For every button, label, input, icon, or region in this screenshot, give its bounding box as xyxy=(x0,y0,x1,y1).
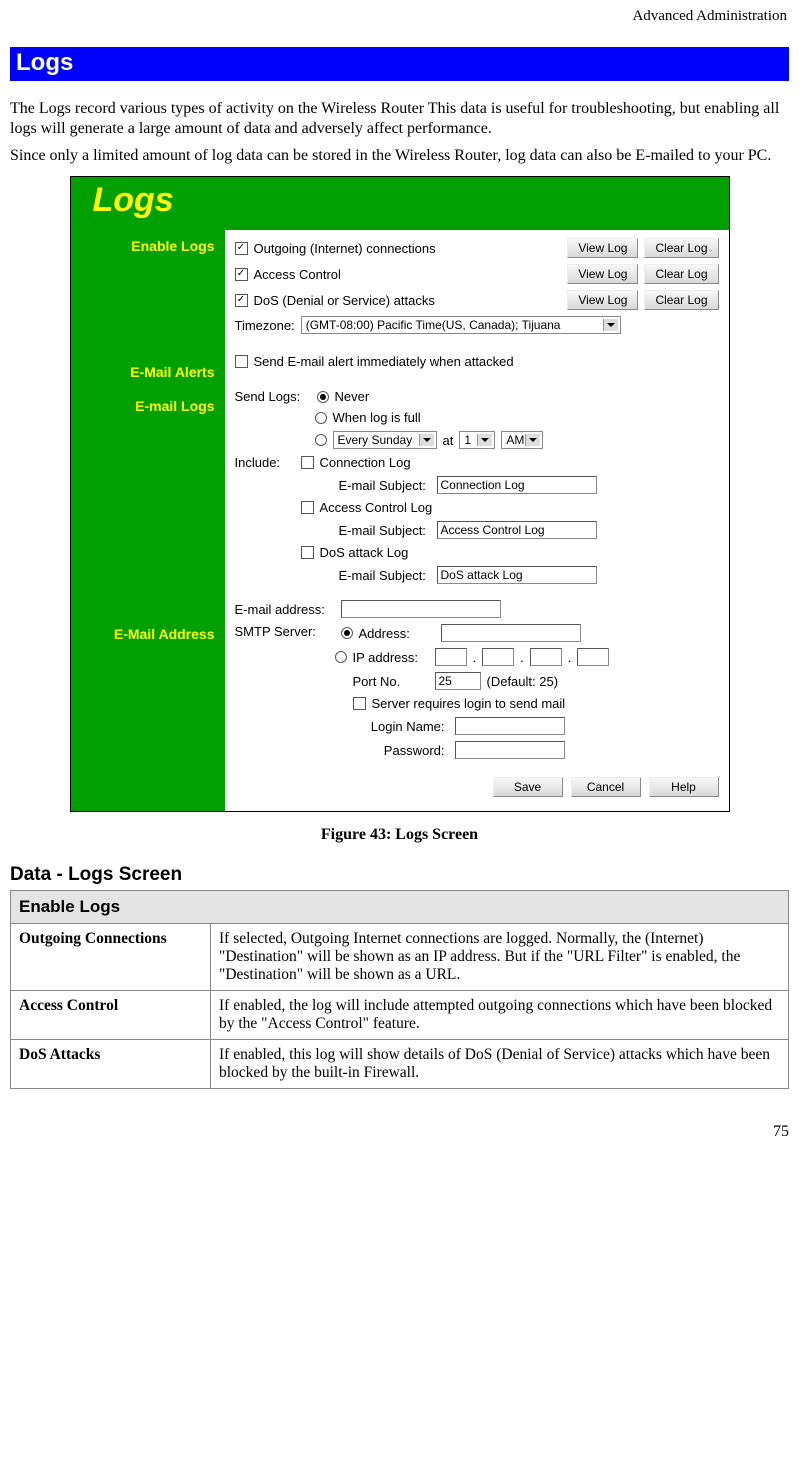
radio-smtp-ip[interactable] xyxy=(335,651,347,663)
data-section-heading: Data - Logs Screen xyxy=(10,864,789,886)
label-smtp-ip: IP address: xyxy=(353,650,429,665)
at-label: at xyxy=(443,433,454,448)
checkbox-send-alert[interactable] xyxy=(235,355,248,368)
data-table: Enable Logs Outgoing Connections If sele… xyxy=(10,890,789,1089)
table-section-header: Enable Logs xyxy=(11,891,789,924)
header-breadcrumb: Advanced Administration xyxy=(10,8,789,25)
figure-caption: Figure 43: Logs Screen xyxy=(10,826,789,844)
password-label: Password: xyxy=(367,743,449,758)
checkbox-ac-log[interactable] xyxy=(301,501,314,514)
ac-subject-input[interactable]: Access Control Log xyxy=(437,521,597,539)
save-button[interactable]: Save xyxy=(493,777,563,797)
password-input[interactable] xyxy=(455,741,565,759)
login-name-label: Login Name: xyxy=(367,719,449,734)
label-requires-login: Server requires login to send mail xyxy=(372,696,566,711)
page-number: 75 xyxy=(10,1123,789,1141)
label-conn-log: Connection Log xyxy=(320,455,411,470)
checkbox-access-control[interactable]: ✓ xyxy=(235,268,248,281)
send-logs-label: Send Logs: xyxy=(235,389,311,404)
email-address-label: E-mail address: xyxy=(235,602,335,617)
side-label-enable: Enable Logs xyxy=(71,238,225,254)
ip-2[interactable] xyxy=(482,648,514,666)
view-log-button-3[interactable]: View Log xyxy=(567,290,638,310)
email-address-input[interactable] xyxy=(341,600,501,618)
ampm-select[interactable]: AM xyxy=(501,431,543,449)
dos-subject-input[interactable]: DoS attack Log xyxy=(437,566,597,584)
label-ac-log: Access Control Log xyxy=(320,500,433,515)
port-input[interactable]: 25 xyxy=(435,672,481,690)
view-log-button-1[interactable]: View Log xyxy=(567,238,638,258)
smtp-address-input[interactable] xyxy=(441,624,581,642)
dos-subject-label: E-mail Subject: xyxy=(339,568,431,583)
side-label-alerts: E-Mail Alerts xyxy=(71,364,225,380)
label-when-full: When log is full xyxy=(333,410,421,425)
ip-1[interactable] xyxy=(435,648,467,666)
row-label-dos: DoS Attacks xyxy=(11,1040,211,1089)
hour-select[interactable]: 1 xyxy=(459,431,495,449)
section-title-logs: Logs xyxy=(10,47,789,81)
radio-every[interactable] xyxy=(315,434,327,446)
label-never: Never xyxy=(335,389,370,404)
timezone-select[interactable]: (GMT-08:00) Pacific Time(US, Canada); Ti… xyxy=(301,316,621,334)
view-log-button-2[interactable]: View Log xyxy=(567,264,638,284)
checkbox-dos[interactable]: ✓ xyxy=(235,294,248,307)
side-label-email-logs: E-mail Logs xyxy=(71,398,225,414)
row-label-outgoing: Outgoing Connections xyxy=(11,924,211,991)
radio-when-full[interactable] xyxy=(315,412,327,424)
ac-subject-label: E-mail Subject: xyxy=(339,523,431,538)
conn-subject-input[interactable]: Connection Log xyxy=(437,476,597,494)
label-smtp-address: Address: xyxy=(359,626,435,641)
row-desc-dos: If enabled, this log will show details o… xyxy=(211,1040,789,1089)
row-desc-outgoing: If selected, Outgoing Internet connectio… xyxy=(211,924,789,991)
label-dos-log: DoS attack Log xyxy=(320,545,409,560)
conn-subject-label: E-mail Subject: xyxy=(339,478,431,493)
ip-4[interactable] xyxy=(577,648,609,666)
intro-paragraph-1: The Logs record various types of activit… xyxy=(10,99,789,140)
help-button[interactable]: Help xyxy=(649,777,719,797)
cancel-button[interactable]: Cancel xyxy=(571,777,641,797)
clear-log-button-2[interactable]: Clear Log xyxy=(644,264,718,284)
clear-log-button-1[interactable]: Clear Log xyxy=(644,238,718,258)
logs-screenshot: Logs Enable Logs E-Mail Alerts E-mail Lo… xyxy=(70,176,730,812)
port-default: (Default: 25) xyxy=(487,674,559,689)
every-select[interactable]: Every Sunday xyxy=(333,431,437,449)
checkbox-requires-login[interactable] xyxy=(353,697,366,710)
checkbox-dos-log[interactable] xyxy=(301,546,314,559)
row-desc-access: If enabled, the log will include attempt… xyxy=(211,991,789,1040)
label-send-alert: Send E-mail alert immediately when attac… xyxy=(254,354,514,369)
checkbox-conn-log[interactable] xyxy=(301,456,314,469)
timezone-label: Timezone: xyxy=(235,318,295,333)
login-name-input[interactable] xyxy=(455,717,565,735)
smtp-label: SMTP Server: xyxy=(235,624,335,639)
label-access-control: Access Control xyxy=(254,267,341,282)
label-outgoing: Outgoing (Internet) connections xyxy=(254,241,436,256)
radio-never[interactable] xyxy=(317,391,329,403)
side-label-email-address: E-Mail Address xyxy=(71,626,225,642)
intro-paragraph-2: Since only a limited amount of log data … xyxy=(10,146,789,166)
checkbox-outgoing[interactable]: ✓ xyxy=(235,242,248,255)
row-label-access: Access Control xyxy=(11,991,211,1040)
ip-3[interactable] xyxy=(530,648,562,666)
clear-log-button-3[interactable]: Clear Log xyxy=(644,290,718,310)
include-label: Include: xyxy=(235,455,295,470)
label-dos: DoS (Denial or Service) attacks xyxy=(254,293,435,308)
screenshot-title: Logs xyxy=(93,181,174,219)
port-label: Port No. xyxy=(353,674,429,689)
radio-smtp-address[interactable] xyxy=(341,627,353,639)
